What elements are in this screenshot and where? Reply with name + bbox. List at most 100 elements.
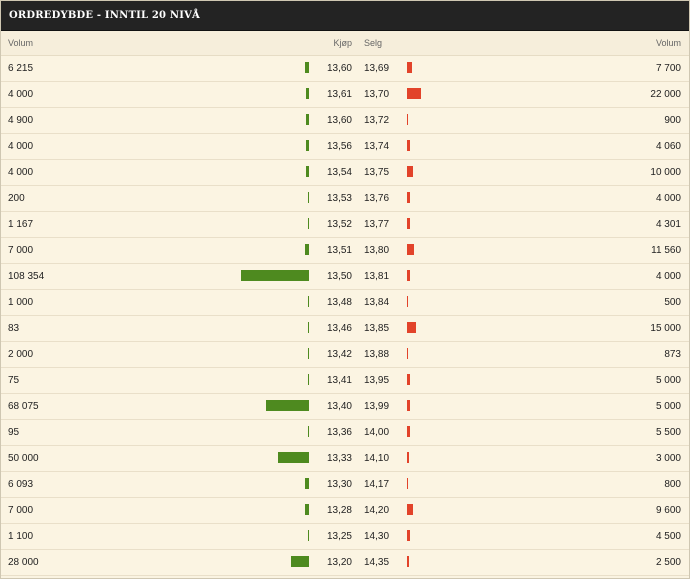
buy-volume: 28 000 [8,557,39,568]
sell-price: 13,95 [364,375,390,386]
sell-volume: 4 500 [655,531,681,542]
sell-price: 13,80 [364,245,390,256]
order-row: 7 000 13,51 13,80 11 560 [1,238,689,264]
sell-volume: 7 700 [655,63,681,74]
sell-price: 13,88 [364,349,390,360]
buy-volume-bar [308,530,309,541]
sell-volume-bar [407,322,416,333]
buy-volume: 6 093 [8,479,34,490]
sell-volume-bar [407,218,410,229]
sell-price: 14,35 [364,557,390,568]
sell-volume: 5 000 [655,401,681,412]
sell-volume-bar [407,452,409,463]
buy-volume-bar [305,244,309,255]
sell-price: 13,84 [364,297,390,308]
buy-volume-bar [308,322,309,333]
order-row: 1 167 13,52 13,77 4 301 [1,212,689,238]
buy-volume: 1 167 [8,219,34,230]
buy-price: 13,30 [326,479,352,490]
sell-volume: 5 000 [655,375,681,386]
buy-volume: 1 000 [8,297,34,308]
buy-price: 13,60 [326,115,352,126]
header-buy-price: Kjøp [333,38,352,48]
buy-price: 13,50 [326,271,352,282]
buy-volume-bar [241,270,309,281]
sell-volume-bar [407,400,410,411]
buy-volume: 50 000 [8,453,39,464]
sell-price: 14,30 [364,531,390,542]
order-row: 68 075 13,40 13,99 5 000 [1,394,689,420]
buy-volume-bar [278,452,309,463]
panel-title: ORDREDYBDE - INNTIL 20 NIVÅ [1,1,689,31]
order-row: 4 900 13,60 13,72 900 [1,108,689,134]
sell-volume: 4 000 [655,271,681,282]
buy-volume: 2 000 [8,349,34,360]
sell-price: 14,17 [364,479,390,490]
sell-price: 13,76 [364,193,390,204]
order-row: 50 000 13,33 14,10 3 000 [1,446,689,472]
buy-price: 13,41 [326,375,352,386]
sell-volume-bar [407,478,408,489]
order-rows: 6 215 13,60 13,69 7 700 4 000 13,61 13,70 22 00… [1,56,689,576]
sell-volume-bar [407,192,410,203]
buy-price: 13,40 [326,401,352,412]
order-row: 4 000 13,54 13,75 10 000 [1,160,689,186]
sell-volume-bar [407,530,410,541]
buy-volume: 68 075 [8,401,39,412]
order-row: 83 13,46 13,85 15 000 [1,316,689,342]
sell-volume: 500 [664,297,681,308]
order-row: 1 100 13,25 14,30 4 500 [1,524,689,550]
sell-volume-bar [407,504,413,515]
buy-price: 13,42 [326,349,352,360]
buy-volume-bar [308,426,309,437]
sell-price: 13,81 [364,271,390,282]
sell-volume: 900 [664,115,681,126]
sell-price: 13,69 [364,63,390,74]
buy-price: 13,28 [326,505,352,516]
order-row: 4 000 13,56 13,74 4 060 [1,134,689,160]
sell-volume-bar [407,88,421,99]
sell-volume: 4 060 [655,141,681,152]
buy-price: 13,20 [326,557,352,568]
sell-volume-bar [407,140,410,151]
header-sell-volume: Volum [655,38,681,48]
sell-volume-bar [407,348,408,359]
buy-volume: 95 [8,427,20,438]
buy-volume-bar [266,400,309,411]
buy-volume: 4 900 [8,115,34,126]
buy-volume-bar [291,556,309,567]
sell-price: 13,74 [364,141,390,152]
sell-volume: 10 000 [650,167,681,178]
order-row: 108 354 13,50 13,81 4 000 [1,264,689,290]
buy-volume: 108 354 [8,271,45,282]
order-row: 6 215 13,60 13,69 7 700 [1,56,689,82]
buy-volume: 4 000 [8,167,34,178]
sell-volume-bar [407,296,408,307]
sell-price: 14,20 [364,505,390,516]
buy-volume: 7 000 [8,245,34,256]
sell-volume: 2 500 [655,557,681,568]
header-buy-volume: Volum [8,38,34,48]
sell-price: 13,75 [364,167,390,178]
buy-volume: 4 000 [8,89,34,100]
sell-price: 13,85 [364,323,390,334]
buy-price: 13,52 [326,219,352,230]
buy-price: 13,48 [326,297,352,308]
buy-price: 13,61 [326,89,352,100]
header-sell-price: Selg [364,38,383,48]
sell-volume-bar [407,556,409,567]
buy-volume-bar [308,374,309,385]
sell-volume-bar [407,426,410,437]
sell-volume: 11 560 [651,245,681,256]
sell-volume-bar [407,374,410,385]
buy-volume-bar [308,296,309,307]
buy-volume-bar [308,192,309,203]
buy-price: 13,33 [326,453,352,464]
sell-volume: 5 500 [655,427,681,438]
order-row: 200 13,53 13,76 4 000 [1,186,689,212]
buy-volume: 75 [8,375,20,386]
buy-volume-bar [308,348,309,359]
sell-volume: 3 000 [655,453,681,464]
sell-price: 13,70 [364,89,390,100]
buy-price: 13,60 [326,63,352,74]
